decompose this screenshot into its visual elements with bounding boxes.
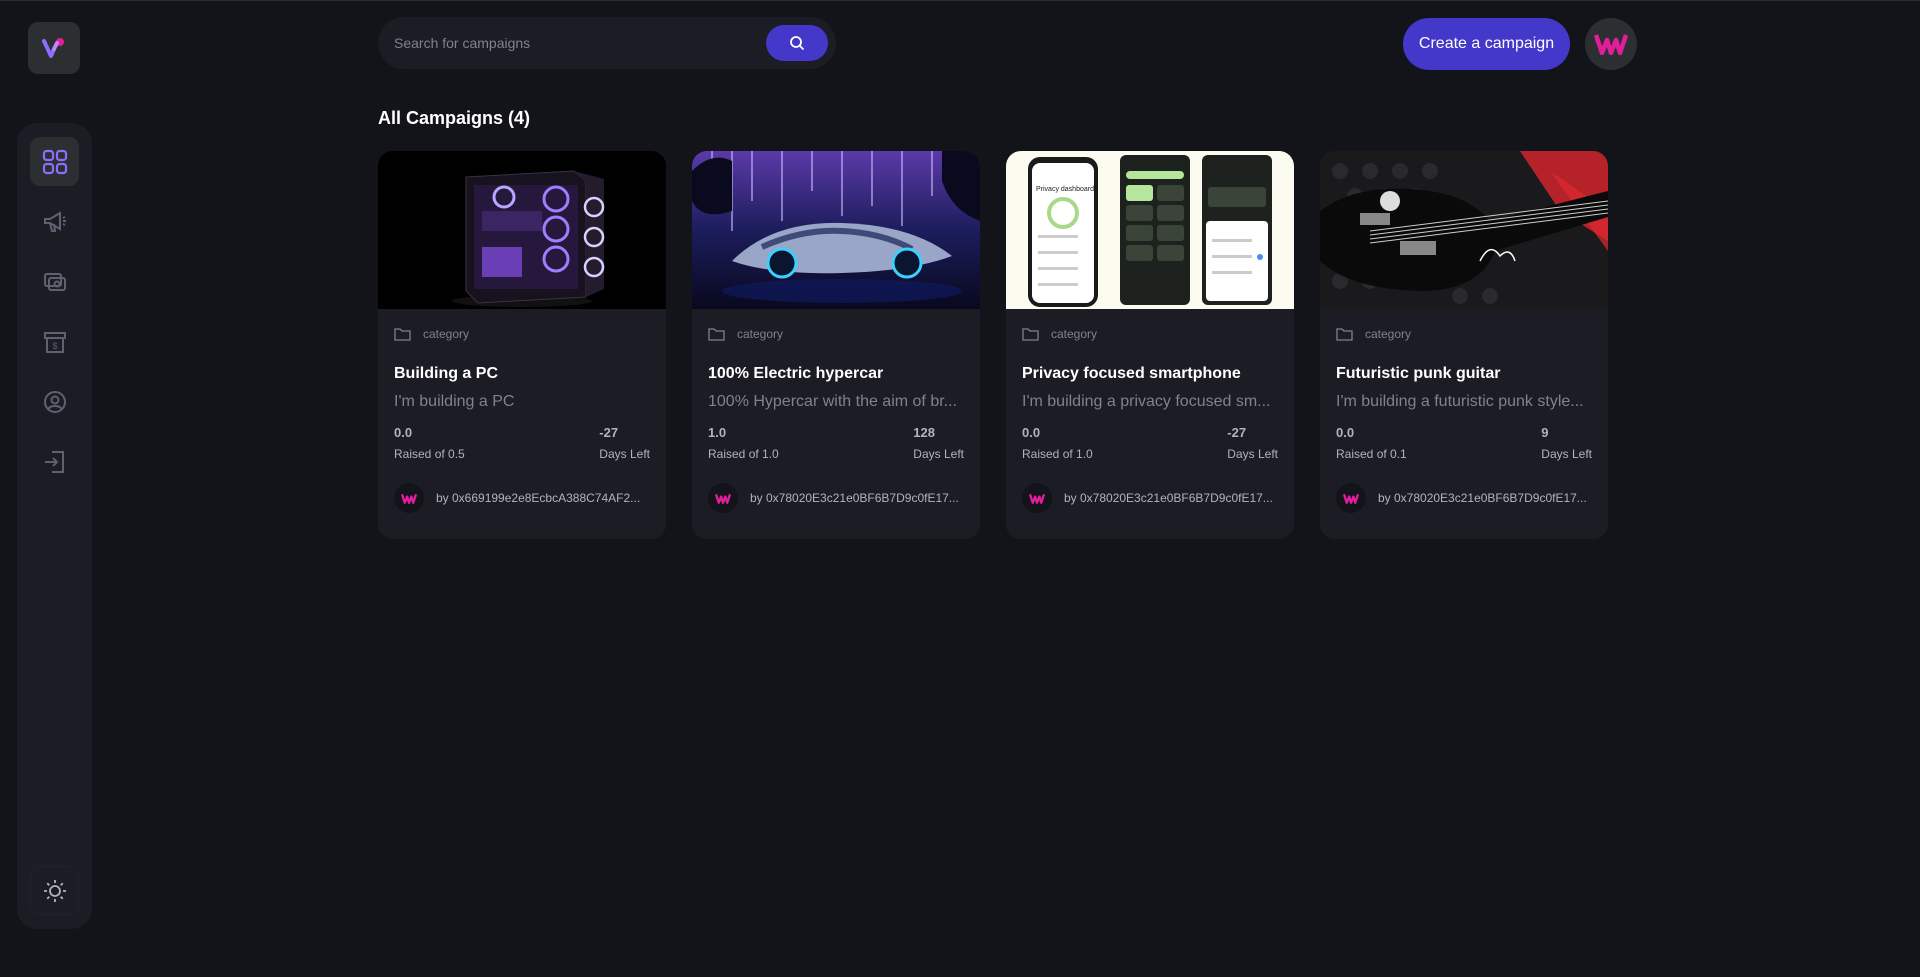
- brand-avatar-icon: [1029, 493, 1045, 504]
- raised-label: Raised of 0.5: [394, 447, 465, 461]
- brand-avatar-icon: [1594, 34, 1628, 55]
- logo-icon: [42, 38, 64, 58]
- sidebar-item-logout[interactable]: [30, 437, 79, 486]
- campaign-owner: by 0x78020E3c21e0BF6B7D9c0fE17...: [1064, 491, 1273, 505]
- brand-avatar-icon: [1343, 493, 1359, 504]
- withdraw-icon: $: [43, 331, 66, 353]
- profile-avatar-button[interactable]: [1585, 18, 1637, 70]
- campaign-owner: by 0x78020E3c21e0BF6B7D9c0fE17...: [1378, 491, 1587, 505]
- campaign-image: Privacy dashboard: [1006, 151, 1294, 309]
- folder-icon: [708, 328, 725, 341]
- sun-icon: [43, 879, 66, 902]
- raised-label: Raised of 1.0: [1022, 447, 1093, 461]
- campaign-image: [378, 151, 666, 309]
- app-logo[interactable]: [28, 22, 80, 74]
- profile-icon: [43, 390, 66, 413]
- campaign-list: category Building a PC I'm building a PC…: [378, 151, 1608, 539]
- logout-icon: [44, 450, 64, 473]
- campaign-owner: by 0x669199e2e8EcbcA388C74AF2...: [436, 491, 641, 505]
- create-campaign-button[interactable]: Create a campaign: [1403, 18, 1570, 70]
- dashboard-icon: [42, 149, 67, 174]
- amount-raised: 1.0: [708, 425, 727, 440]
- owner-avatar: [1022, 483, 1052, 513]
- days-left-value: 9: [1541, 425, 1549, 440]
- campaign-category: category: [1051, 327, 1098, 341]
- sidebar-nav: $: [17, 123, 92, 929]
- owner-avatar: [394, 483, 424, 513]
- campaign-image: [1320, 151, 1608, 309]
- campaign-description: 100% Hypercar with the aim of br...: [708, 393, 957, 410]
- sidebar-item-profile[interactable]: [30, 377, 79, 426]
- sidebar-item-dashboard[interactable]: [30, 137, 79, 186]
- campaign-card[interactable]: category 100% Electric hypercar 100% Hyp…: [692, 151, 980, 539]
- days-left-label: Days Left: [599, 447, 650, 461]
- campaign-title: 100% Electric hypercar: [708, 365, 884, 382]
- campaign-description: I'm building a futuristic punk style...: [1336, 393, 1584, 410]
- amount-raised: 0.0: [1336, 425, 1355, 440]
- days-left-label: Days Left: [1227, 447, 1278, 461]
- amount-raised: 0.0: [394, 425, 413, 440]
- campaign-title: Futuristic punk guitar: [1336, 365, 1501, 382]
- campaign-title: Privacy focused smartphone: [1022, 365, 1241, 382]
- search-button[interactable]: [766, 25, 828, 61]
- brand-avatar-icon: [715, 493, 731, 504]
- days-left-label: Days Left: [913, 447, 964, 461]
- sidebar-item-withdraw[interactable]: $: [30, 317, 79, 366]
- page-title: All Campaigns (4): [378, 108, 531, 128]
- svg-text:$: $: [52, 341, 57, 351]
- raised-label: Raised of 1.0: [708, 447, 779, 461]
- sidebar-item-campaign[interactable]: [30, 197, 79, 246]
- days-left-value: -27: [1227, 425, 1247, 440]
- search-icon: [790, 36, 805, 51]
- days-left-value: 128: [913, 425, 935, 440]
- folder-icon: [1022, 328, 1039, 341]
- campaign-category: category: [737, 327, 784, 341]
- owner-avatar: [1336, 483, 1366, 513]
- folder-icon: [1336, 328, 1353, 341]
- campaign-description: I'm building a privacy focused sm...: [1022, 393, 1271, 410]
- payment-icon: [43, 272, 66, 291]
- search-input[interactable]: [394, 35, 766, 51]
- days-left-value: -27: [599, 425, 619, 440]
- campaign-category: category: [423, 327, 470, 341]
- campaign-card[interactable]: category Futuristic punk guitar I'm buil…: [1320, 151, 1608, 539]
- raised-label: Raised of 0.1: [1336, 447, 1407, 461]
- campaign-title: Building a PC: [394, 365, 498, 382]
- megaphone-icon: [43, 210, 66, 232]
- campaign-card[interactable]: Privacy dashboard category Privacy focus…: [1006, 151, 1294, 539]
- amount-raised: 0.0: [1022, 425, 1041, 440]
- campaign-description: I'm building a PC: [394, 393, 515, 410]
- theme-toggle-button[interactable]: [30, 866, 79, 915]
- phone-screen-text: Privacy dashboard: [1036, 186, 1094, 193]
- campaign-image: [692, 151, 980, 309]
- owner-avatar: [708, 483, 738, 513]
- search-bar: [378, 17, 836, 69]
- campaign-category: category: [1365, 327, 1412, 341]
- folder-icon: [394, 328, 411, 341]
- campaign-owner: by 0x78020E3c21e0BF6B7D9c0fE17...: [750, 491, 959, 505]
- brand-avatar-icon: [401, 493, 417, 504]
- sidebar-item-payment[interactable]: [30, 257, 79, 306]
- campaign-card[interactable]: category Building a PC I'm building a PC…: [378, 151, 666, 539]
- days-left-label: Days Left: [1541, 447, 1592, 461]
